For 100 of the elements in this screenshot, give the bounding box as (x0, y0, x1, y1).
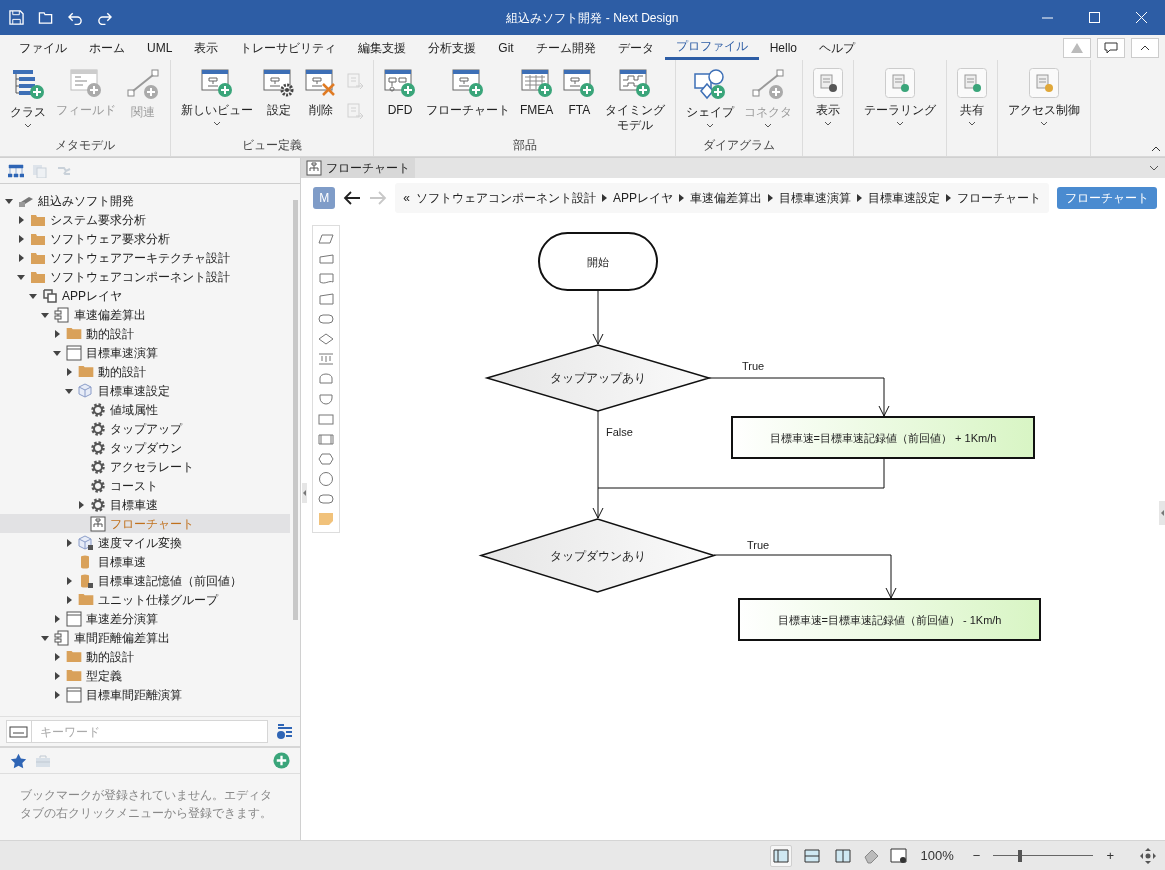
tab-list-icon[interactable] (1149, 165, 1159, 171)
tree-item[interactable]: 組込みソフト開発 (0, 191, 291, 210)
parallelogram-icon[interactable] (318, 232, 335, 246)
ribbon-button[interactable]: アクセス制御 (1003, 64, 1086, 126)
filter-settings-icon[interactable] (276, 722, 295, 741)
expand-arrow-icon[interactable] (53, 329, 61, 338)
expand-arrow-icon[interactable] (65, 576, 73, 585)
shield-icon[interactable] (318, 392, 335, 406)
zoom-slider-thumb[interactable] (1018, 849, 1023, 862)
zoom-slider[interactable] (993, 848, 1094, 863)
breadcrumb-link[interactable]: APPレイヤ (613, 189, 673, 207)
ribbon-button[interactable]: 削除 (300, 64, 342, 118)
diamond-icon[interactable] (318, 332, 335, 346)
tree-item[interactable]: アクセラレート (0, 457, 291, 476)
ribbon-tab[interactable]: 分析支援 (417, 35, 488, 60)
terminal-icon[interactable] (318, 312, 335, 326)
collapse-right-icon[interactable] (1159, 501, 1165, 525)
window-settings-icon[interactable] (889, 847, 908, 864)
tree-item[interactable]: 動的設計 (0, 362, 291, 381)
layout-button[interactable] (769, 844, 792, 867)
loop-start-icon[interactable] (318, 372, 335, 386)
collapse-arrow-icon[interactable] (17, 272, 25, 281)
expand-arrow-icon[interactable] (65, 367, 73, 376)
editor-tab[interactable]: フローチャート (301, 158, 416, 178)
tree-item[interactable]: 目標車間距離演算 (0, 685, 291, 704)
expand-arrow-icon[interactable] (65, 595, 73, 604)
tree-item[interactable]: コースト (0, 476, 291, 495)
hexagon-icon[interactable] (318, 452, 335, 466)
star-icon[interactable] (10, 752, 27, 769)
tree-item[interactable]: ソフトウェア要求分析 (0, 229, 291, 248)
ribbon-tab[interactable]: Hello (758, 35, 809, 60)
save-icon[interactable] (9, 10, 24, 25)
search-field[interactable]: キーワード (32, 720, 269, 743)
ribbon-tab[interactable]: 表示 (183, 35, 230, 60)
collapse-arrow-icon[interactable] (5, 196, 13, 205)
ribbon-button[interactable]: シェイプ (681, 64, 740, 128)
collapse-ribbon-icon[interactable] (1151, 146, 1161, 152)
ribbon-tab[interactable]: ヘルプ (808, 35, 867, 60)
undo-icon[interactable] (68, 10, 83, 25)
add-icon[interactable] (273, 752, 291, 769)
ribbon-button[interactable]: 設定 (258, 64, 300, 118)
maximize-icon[interactable] (1089, 12, 1100, 23)
expand-arrow-icon[interactable] (77, 500, 85, 509)
tree-item[interactable]: 目標車速記憶値（前回値） (0, 571, 291, 590)
collapse-arrow-icon[interactable] (41, 633, 49, 642)
ribbon-button[interactable]: クラス (5, 64, 51, 128)
expand-arrow-icon[interactable] (17, 215, 25, 224)
breadcrumb-link[interactable]: 目標車速演算 (779, 189, 851, 207)
expand-arrow-icon[interactable] (53, 690, 61, 699)
expand-arrow-icon[interactable] (53, 652, 61, 661)
breadcrumb-link[interactable]: フローチャート (957, 189, 1041, 207)
breadcrumb-link[interactable]: 車速偏差算出 (690, 189, 762, 207)
collapse-arrow-icon[interactable] (65, 386, 73, 395)
manual-input-icon[interactable] (318, 252, 335, 266)
zoom-out-button[interactable]: − (968, 845, 985, 866)
ribbon-button[interactable]: テーラリング (859, 64, 942, 126)
tree-item[interactable]: ソフトウェアコンポーネント設計 (0, 267, 291, 286)
tree-item[interactable]: 動的設計 (0, 324, 291, 343)
move-icon[interactable] (1139, 846, 1157, 865)
ribbon-tab[interactable]: UML (136, 35, 184, 60)
ribbon-tab[interactable]: 編集支援 (347, 35, 418, 60)
ribbon-button[interactable]: 新しいビュー (176, 64, 258, 126)
tree-item[interactable]: システム要求分析 (0, 210, 291, 229)
ribbon-button[interactable]: タイミング モデル (600, 64, 671, 133)
tree-item[interactable]: 目標車速 (0, 552, 291, 571)
breadcrumb-overflow[interactable]: « (403, 189, 410, 207)
tree-item[interactable]: 目標車速設定 (0, 381, 291, 400)
eraser-icon[interactable] (862, 847, 881, 864)
back-arrow-icon[interactable] (343, 191, 362, 205)
expand-arrow-icon[interactable] (53, 671, 61, 680)
tree-item[interactable]: ユニット仕様グループ (0, 590, 291, 609)
breadcrumb-link[interactable]: 目標車速設定 (868, 189, 940, 207)
tree-item[interactable]: 車速偏差算出 (0, 305, 291, 324)
document-icon[interactable] (318, 272, 335, 286)
ribbon-button[interactable]: FMEA (515, 64, 559, 118)
manual-input-icon[interactable] (318, 292, 335, 306)
collapse-arrow-icon[interactable] (53, 348, 61, 357)
ribbon-button[interactable]: DFD (379, 64, 421, 118)
tree-item[interactable]: 動的設計 (0, 647, 291, 666)
expand-arrow-icon[interactable] (53, 614, 61, 623)
expand-arrow-icon[interactable] (65, 538, 73, 547)
collapse-arrow-icon[interactable] (41, 310, 49, 319)
ribbon-tab[interactable]: チーム開発 (524, 35, 607, 60)
tree-item[interactable]: 型定義 (0, 666, 291, 685)
collapse-left-icon[interactable] (302, 483, 308, 503)
tree-item[interactable]: APPレイヤ (0, 286, 291, 305)
ribbon-button[interactable]: 表示 (808, 64, 849, 126)
tree-item[interactable]: ソフトウェアアーキテクチャ設計 (0, 248, 291, 267)
ribbon-button[interactable]: フローチャート (421, 64, 515, 118)
close-icon[interactable] (1136, 12, 1147, 23)
ribbon-button[interactable]: 共有 (952, 64, 993, 126)
view-type-button[interactable]: フローチャート (1057, 187, 1157, 209)
hierarchy-view-icon[interactable] (8, 163, 24, 178)
rounded-rectangle-icon[interactable] (318, 492, 335, 506)
tree-item[interactable]: 車速差分演算 (0, 609, 291, 628)
tree-item[interactable]: 速度マイル変換 (0, 533, 291, 552)
predefined-process-icon[interactable] (318, 432, 335, 446)
ribbon-tab[interactable]: トレーサビリティ (229, 35, 348, 60)
ribbon-tab[interactable]: ファイル (8, 35, 78, 60)
open-folder-icon[interactable] (38, 10, 54, 25)
